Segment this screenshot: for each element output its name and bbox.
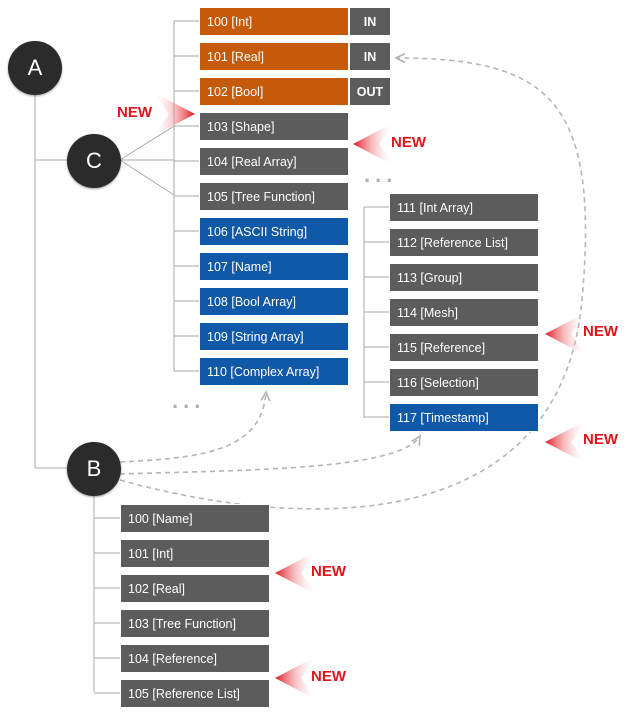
new-label: NEW: [311, 668, 346, 685]
type-code: 110: [207, 365, 227, 379]
node-c[interactable]: C: [67, 134, 121, 188]
type-item-100[interactable]: 100 [Int]: [199, 7, 349, 36]
type-name: [Reference List]: [420, 236, 508, 250]
type-item-108[interactable]: 108 [Bool Array]: [199, 287, 349, 316]
type-item-117[interactable]: 117 [Timestamp]: [389, 403, 539, 432]
type-code: 112: [397, 236, 417, 250]
new-badge: NEW: [351, 120, 426, 166]
node-a[interactable]: A: [8, 41, 62, 95]
type-code: 108: [207, 295, 228, 309]
type-item-111[interactable]: 111 [Int Array]: [389, 193, 539, 222]
io-badge: IN: [349, 42, 391, 71]
type-code: 111: [397, 201, 417, 215]
type-code: 102: [207, 85, 228, 99]
type-name: [Shape]: [231, 120, 275, 134]
type-item-105[interactable]: 105 [Reference List]: [120, 679, 270, 708]
type-item-110[interactable]: 110 [Complex Array]: [199, 357, 349, 386]
type-code: 105: [128, 687, 149, 701]
type-code: 102: [128, 582, 149, 596]
type-item-113[interactable]: 113 [Group]: [389, 263, 539, 292]
type-name: [Reference]: [152, 652, 217, 666]
type-code: 115: [397, 341, 417, 355]
type-name: [Int Array]: [419, 201, 474, 215]
type-code: 100: [207, 15, 228, 29]
new-badge: NEW: [117, 90, 195, 136]
type-name: [Reference]: [420, 341, 486, 355]
type-item-103[interactable]: 103 [Tree Function]: [120, 609, 270, 638]
type-name: [Int]: [231, 15, 253, 29]
continued-items-ellipsis: ...: [364, 162, 398, 187]
type-name: [Name]: [231, 260, 272, 274]
type-code: 103: [128, 617, 149, 631]
type-code: 114: [397, 306, 417, 320]
new-badge: NEW: [273, 549, 346, 595]
type-name: [Real Array]: [231, 155, 297, 169]
type-code: 116: [397, 376, 417, 390]
type-item-116[interactable]: 116 [Selection]: [389, 368, 539, 397]
type-code: 100: [128, 512, 149, 526]
type-name: [Real]: [152, 582, 185, 596]
new-label: NEW: [391, 134, 426, 151]
type-name: [Bool Array]: [231, 295, 296, 309]
type-code: 101: [207, 50, 228, 64]
type-item-102[interactable]: 102 [Real]: [120, 574, 270, 603]
new-label: NEW: [583, 323, 618, 340]
io-badge: OUT: [349, 77, 391, 106]
type-code: 104: [207, 155, 228, 169]
type-name: [Selection]: [420, 376, 479, 390]
type-name: [Complex Array]: [230, 365, 320, 379]
type-code: 113: [397, 271, 417, 285]
type-code: 101: [128, 547, 149, 561]
node-b[interactable]: B: [67, 442, 121, 496]
type-name: [Reference List]: [152, 687, 240, 701]
type-item-102[interactable]: 102 [Bool]: [199, 77, 349, 106]
type-name: [Tree Function]: [231, 190, 315, 204]
new-badge: NEW: [543, 310, 618, 356]
type-name: [Group]: [420, 271, 463, 285]
new-badge: NEW: [543, 418, 618, 464]
type-item-104[interactable]: 104 [Real Array]: [199, 147, 349, 176]
type-item-115[interactable]: 115 [Reference]: [389, 333, 539, 362]
type-name: [Bool]: [231, 85, 264, 99]
type-item-100[interactable]: 100 [Name]: [120, 504, 270, 533]
type-name: [String Array]: [231, 330, 304, 344]
type-name: [Mesh]: [420, 306, 458, 320]
type-name: [Int]: [152, 547, 174, 561]
type-item-101[interactable]: 101 [Int]: [120, 539, 270, 568]
type-code: 106: [207, 225, 228, 239]
type-item-112[interactable]: 112 [Reference List]: [389, 228, 539, 257]
type-item-105[interactable]: 105 [Tree Function]: [199, 182, 349, 211]
type-code: 109: [207, 330, 228, 344]
io-badge: IN: [349, 7, 391, 36]
type-hierarchy-diagram: A C B 100 [Int] IN 101 [Real] IN 102 [Bool] O…: [0, 0, 629, 724]
type-item-106[interactable]: 106 [ASCII String]: [199, 217, 349, 246]
type-code: 117: [397, 411, 417, 425]
type-name: [Real]: [231, 50, 264, 64]
type-name: [ASCII String]: [231, 225, 308, 239]
type-item-101[interactable]: 101 [Real]: [199, 42, 349, 71]
type-item-114[interactable]: 114 [Mesh]: [389, 298, 539, 327]
type-code: 105: [207, 190, 228, 204]
new-label: NEW: [583, 431, 618, 448]
type-code: 107: [207, 260, 228, 274]
type-item-104[interactable]: 104 [Reference]: [120, 644, 270, 673]
new-label: NEW: [311, 563, 346, 580]
new-badge: NEW: [273, 654, 346, 700]
type-name: [Tree Function]: [152, 617, 236, 631]
type-name: [Timestamp]: [420, 411, 489, 425]
type-code: 104: [128, 652, 149, 666]
new-label: NEW: [117, 104, 152, 121]
type-item-109[interactable]: 109 [String Array]: [199, 322, 349, 351]
type-item-103[interactable]: 103 [Shape]: [199, 112, 349, 141]
type-code: 103: [207, 120, 228, 134]
type-item-107[interactable]: 107 [Name]: [199, 252, 349, 281]
c-items-ellipsis: ...: [172, 388, 206, 413]
type-name: [Name]: [152, 512, 193, 526]
